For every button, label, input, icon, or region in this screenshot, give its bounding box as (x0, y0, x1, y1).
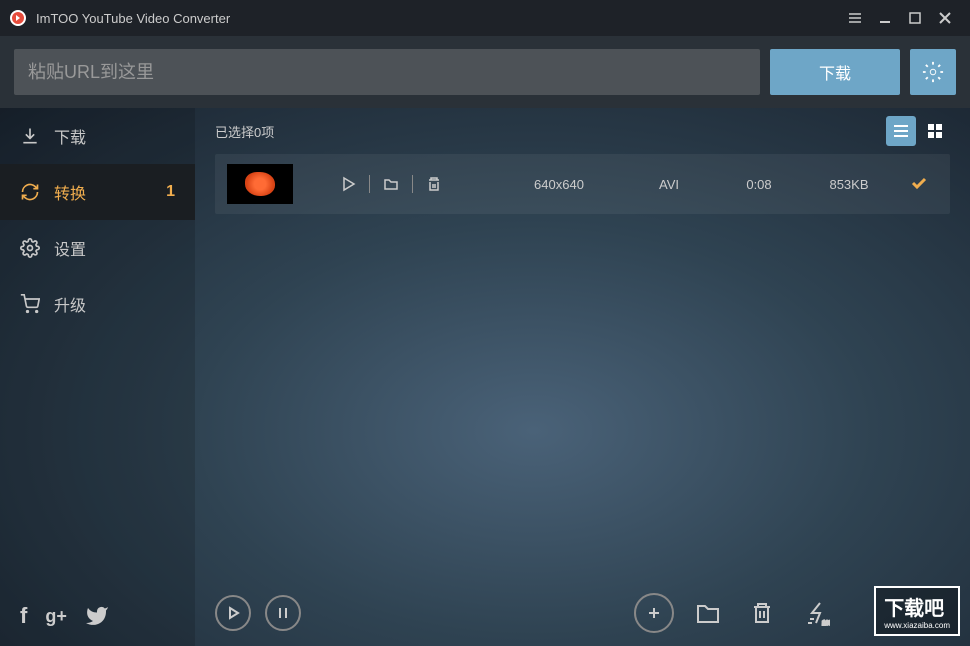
watermark: 下载吧 www.xiazaiba.com (874, 586, 960, 636)
sidebar-item-label: 转换 (54, 180, 86, 204)
sidebar-item-label: 下载 (54, 124, 86, 148)
filesize: 853KB (809, 177, 889, 192)
minimize-button[interactable] (870, 3, 900, 33)
sidebar-item-download[interactable]: 下载 (0, 108, 195, 164)
add-button[interactable] (634, 593, 674, 633)
gear-icon (922, 61, 944, 83)
sidebar: 下载 转换 1 设置 升级 f g+ (0, 108, 195, 646)
sidebar-item-convert[interactable]: 转换 1 (0, 164, 195, 220)
cart-icon (20, 294, 40, 314)
sidebar-item-upgrade[interactable]: 升级 (0, 276, 195, 332)
sidebar-badge: 1 (166, 183, 175, 201)
grid-view-button[interactable] (920, 116, 950, 146)
list-header: 已选择0项 (195, 108, 970, 154)
twitter-icon[interactable] (85, 604, 109, 628)
format: AVI (629, 177, 709, 192)
convert-icon (20, 182, 40, 202)
resolution: 640x640 (499, 177, 619, 192)
bottom-toolbar: 100% (195, 580, 970, 646)
titlebar: ImTOO YouTube Video Converter (0, 0, 970, 36)
menu-button[interactable] (840, 3, 870, 33)
app-title: ImTOO YouTube Video Converter (36, 11, 840, 26)
app-icon (10, 10, 26, 26)
thumbnail (227, 164, 293, 204)
open-folder-button[interactable] (688, 593, 728, 633)
gear-icon (20, 238, 40, 258)
start-button[interactable] (215, 595, 251, 631)
maximize-button[interactable] (900, 3, 930, 33)
duration: 0:08 (719, 177, 799, 192)
url-bar: 下载 (0, 36, 970, 108)
download-icon (20, 126, 40, 146)
googleplus-icon[interactable]: g+ (45, 606, 67, 627)
selection-count: 已选择0项 (215, 122, 274, 141)
sidebar-item-label: 升级 (54, 292, 86, 316)
check-icon (910, 174, 928, 195)
item-list: 640x640 AVI 0:08 853KB (195, 154, 970, 580)
close-button[interactable] (930, 3, 960, 33)
list-item[interactable]: 640x640 AVI 0:08 853KB (215, 154, 950, 214)
main-panel: 已选择0项 640x640 AVI 0:0 (195, 108, 970, 646)
settings-button[interactable] (910, 49, 956, 95)
sidebar-item-settings[interactable]: 设置 (0, 220, 195, 276)
list-view-button[interactable] (886, 116, 916, 146)
facebook-icon[interactable]: f (20, 603, 27, 629)
social-links: f g+ (0, 586, 195, 646)
svg-text:100%: 100% (822, 621, 830, 627)
folder-button[interactable] (376, 169, 406, 199)
download-button[interactable]: 下载 (770, 49, 900, 95)
url-input[interactable] (14, 49, 760, 95)
trash-button[interactable] (742, 593, 782, 633)
pause-button[interactable] (265, 595, 301, 631)
delete-button[interactable] (419, 169, 449, 199)
play-button[interactable] (333, 169, 363, 199)
sidebar-item-label: 设置 (54, 236, 86, 260)
clean-button[interactable]: 100% (796, 593, 836, 633)
